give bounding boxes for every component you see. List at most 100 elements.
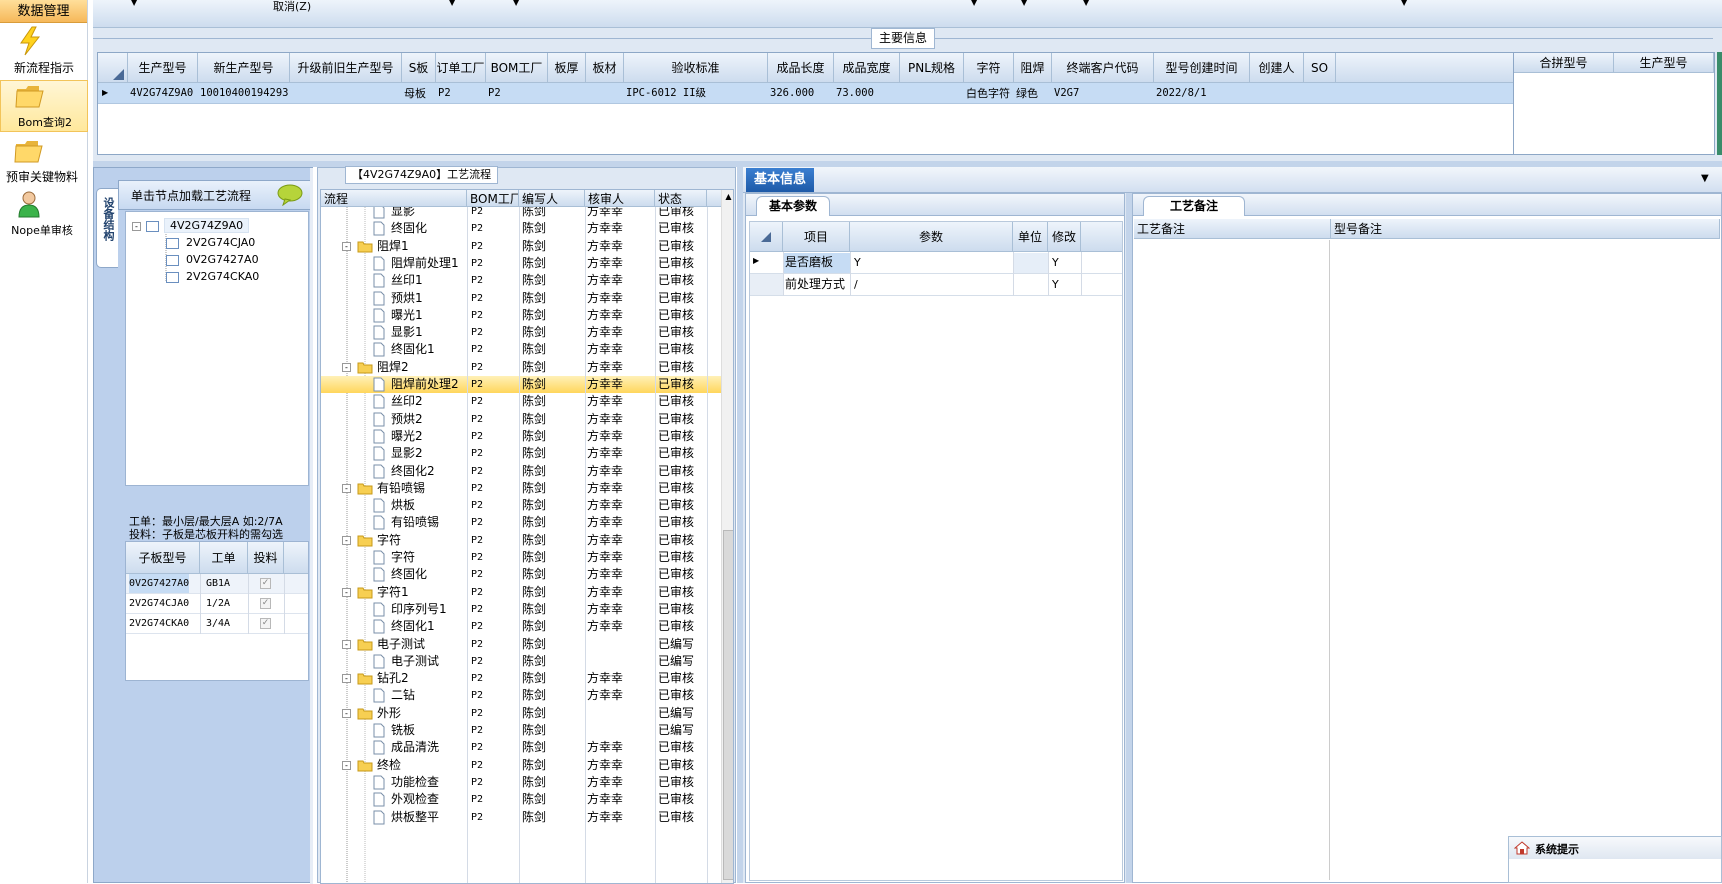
column-header[interactable]: 终端客户代码 [1052,53,1154,82]
column-header[interactable]: 字符 [964,53,1014,82]
flow-row[interactable]: 终固化 P2 陈剑 方幸幸 已审核 [321,566,721,583]
sidebar-item-new-flow[interactable]: 新流程指示 [0,26,88,76]
column-header[interactable]: BOM工厂 [486,53,548,82]
flow-row[interactable]: 电子测试 P2 陈剑 已编写 [321,653,721,670]
vertical-tab-device-structure[interactable]: 设备结构 [96,188,118,268]
tab-process-notes[interactable]: 工艺备注 [1143,196,1246,216]
column-header[interactable]: PNL规格 [900,53,964,82]
dropdown-arrow-icon[interactable]: ▼ [449,0,455,7]
table-row[interactable]: 0V2G7427A0 GB1A ✓ [126,574,308,594]
column-header[interactable]: 编写人 [519,190,585,206]
column-header[interactable]: BOM工厂 [467,190,519,206]
column-header[interactable]: 项目 [783,222,850,251]
flow-row[interactable]: 曝光2 P2 陈剑 方幸幸 已审核 [321,428,721,445]
scroll-thumb[interactable] [723,530,733,880]
column-header[interactable]: 升级前旧生产型号 [290,53,402,82]
column-header[interactable]: 工艺备注 [1134,219,1331,238]
column-header[interactable]: 参数 [850,222,1013,251]
table-row[interactable]: ▶ 4V2G74Z9A0 10010400194293 母板 P2 P2 IPC-6012 … [98,83,1513,104]
tab-basic-params[interactable]: 基本参数 [756,196,831,216]
param-unit[interactable] [1013,253,1048,273]
column-header[interactable]: 成品宽度 [834,53,900,82]
vertical-scrollbar[interactable]: ▲ [721,190,733,883]
speech-bubble-icon[interactable] [277,184,303,206]
dropdown-arrow-icon[interactable]: ▼ [971,0,977,7]
column-header[interactable]: 核审人 [585,190,655,206]
column-header[interactable]: 生产型号 [1614,53,1714,72]
column-header[interactable]: 成品长度 [768,53,834,82]
collapse-toggle-icon[interactable]: - [342,708,351,718]
feed-checkbox[interactable]: ✓ [260,578,271,589]
flow-row[interactable]: 显影1 P2 陈剑 方幸幸 已审核 [321,324,721,341]
collapse-toggle-icon[interactable]: - [342,587,351,597]
column-header[interactable]: 投料 [248,542,284,573]
collapse-toggle-icon[interactable]: - [342,362,351,372]
dropdown-arrow-icon[interactable]: ▼ [131,0,137,7]
param-value[interactable]: Y [854,253,861,272]
flow-row[interactable]: 铣板 P2 陈剑 已编写 [321,722,721,739]
column-header[interactable]: 合拼型号 [1514,53,1614,72]
flow-row[interactable]: 预烘2 P2 陈剑 方幸幸 已审核 [321,411,721,428]
tree-child-node[interactable]: 0V2G7427A0 [186,253,259,266]
flow-row[interactable]: - 外形 P2 陈剑 已编写 [321,705,721,722]
tree-root-node[interactable]: 4V2G74Z9A0 [164,218,250,233]
flow-row[interactable]: 字符 P2 陈剑 方幸幸 已审核 [321,549,721,566]
scroll-up-icon[interactable]: ▲ [722,190,733,204]
flow-row[interactable]: 有铅喷锡 P2 陈剑 方幸幸 已审核 [321,514,721,531]
flow-row[interactable]: 阻焊前处理1 P2 陈剑 方幸幸 已审核 [321,255,721,272]
flow-row[interactable]: 终固化1 P2 陈剑 方幸幸 已审核 [321,341,721,358]
flow-row[interactable]: 终固化 P2 陈剑 方幸幸 已审核 [321,220,721,237]
collapse-toggle-icon[interactable]: - [342,639,351,649]
tree-child-node[interactable]: 2V2G74CJA0 [186,236,255,249]
column-header[interactable]: 生产型号 [128,53,198,82]
flow-row[interactable]: - 阻焊2 P2 陈剑 方幸幸 已审核 [321,359,721,376]
flow-row[interactable]: 印序列号1 P2 陈剑 方幸幸 已审核 [321,601,721,618]
feed-checkbox[interactable]: ✓ [260,618,271,629]
table-row[interactable]: ▶ 是否磨板 Y Y [750,252,1122,274]
sidebar-item-key-material[interactable]: 预审关键物料 [0,136,88,186]
column-header[interactable]: 状态 [655,190,707,206]
flow-row[interactable]: 二钻 P2 陈剑 方幸幸 已审核 [321,687,721,704]
flow-row[interactable]: - 终检 P2 陈剑 方幸幸 已审核 [321,757,721,774]
flow-row[interactable]: - 阻焊1 P2 陈剑 方幸幸 已审核 [321,238,721,255]
column-header[interactable]: 订单工厂 [436,53,486,82]
flow-row[interactable]: 功能检查 P2 陈剑 方幸幸 已审核 [321,774,721,791]
flow-row[interactable]: 成品清洗 P2 陈剑 方幸幸 已审核 [321,739,721,756]
tab-basic-info[interactable]: 基本信息 [746,168,815,192]
param-value[interactable]: / [854,275,858,294]
column-header[interactable]: S板 [402,53,436,82]
column-header[interactable]: 流程 [321,190,467,206]
dropdown-arrow-icon[interactable]: ▼ [1021,0,1027,7]
flow-row[interactable]: 烘板整平 P2 陈剑 方幸幸 已审核 [321,809,721,826]
column-header[interactable]: 阻焊 [1014,53,1052,82]
column-header[interactable]: 型号备注 [1331,219,1720,238]
flow-row[interactable]: 终固化2 P2 陈剑 方幸幸 已审核 [321,463,721,480]
dropdown-arrow-icon[interactable]: ▼ [1401,0,1407,7]
column-header[interactable]: 修改 [1048,222,1081,251]
flow-row[interactable]: 阻焊前处理2 P2 陈剑 方幸幸 已审核 [321,376,721,393]
flow-row[interactable]: - 电子测试 P2 陈剑 已编写 [321,636,721,653]
flow-row[interactable]: 终固化1 P2 陈剑 方幸幸 已审核 [321,618,721,635]
column-header[interactable]: 子板型号 [126,542,200,573]
collapse-toggle-icon[interactable]: - [342,241,351,251]
dropdown-arrow-icon[interactable]: ▼ [513,0,519,7]
tree-child-node[interactable]: 2V2G74CKA0 [186,270,259,283]
flow-row[interactable]: 外观检查 P2 陈剑 方幸幸 已审核 [321,791,721,808]
flow-row[interactable]: - 钻孔2 P2 陈剑 方幸幸 已审核 [321,670,721,687]
column-header[interactable]: 单位 [1013,222,1048,251]
panel-menu-icon[interactable]: ▼ [1701,173,1709,184]
flow-row[interactable]: 丝印2 P2 陈剑 方幸幸 已审核 [321,393,721,410]
cancel-button[interactable]: 取消(Z) [273,0,311,14]
feed-checkbox[interactable]: ✓ [260,598,271,609]
flow-row[interactable]: 丝印1 P2 陈剑 方幸幸 已审核 [321,272,721,289]
flow-row[interactable]: 显影2 P2 陈剑 方幸幸 已审核 [321,445,721,462]
column-header[interactable]: 板材 [586,53,624,82]
collapse-toggle-icon[interactable]: - [132,222,141,231]
process-note-input[interactable] [1134,240,1330,880]
flow-row[interactable]: - 有铅喷锡 P2 陈剑 方幸幸 已审核 [321,480,721,497]
column-header[interactable]: 验收标准 [624,53,768,82]
dropdown-arrow-icon[interactable]: ▼ [1083,0,1089,7]
sidebar-item-nope-review[interactable]: Nope单审核 [0,188,88,238]
sidebar-item-bom-query[interactable]: Bom查询2 [0,80,88,132]
column-header[interactable]: 板厚 [548,53,586,82]
